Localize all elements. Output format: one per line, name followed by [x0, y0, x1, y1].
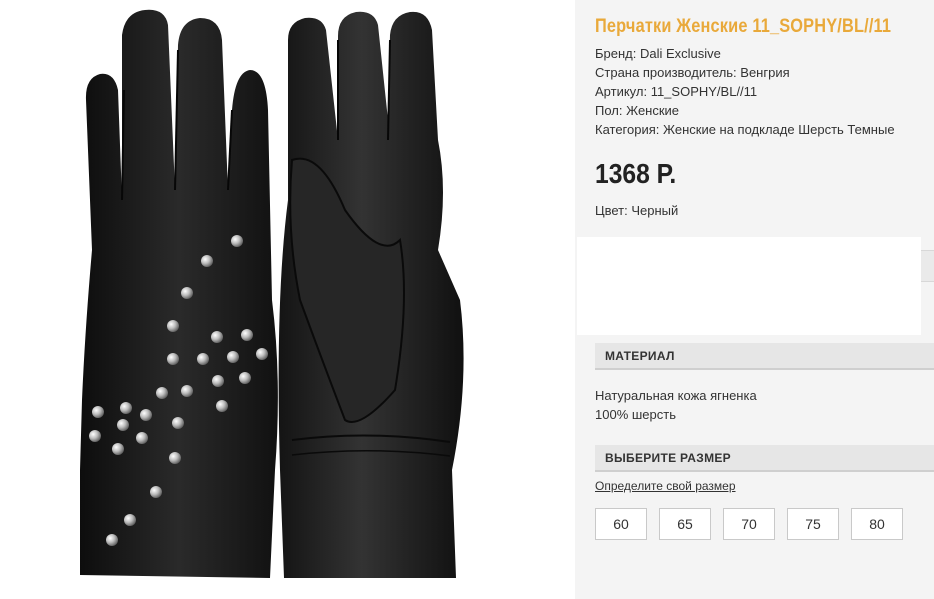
size-options: 60 65 70 75 80 [595, 508, 903, 540]
size-button-60[interactable]: 60 [595, 508, 647, 540]
color-text: Цвет: Черный [595, 203, 679, 218]
material-line-2: 100% шерсть [595, 407, 676, 422]
product-price: 1368 Р. [595, 158, 677, 189]
gender-text: Пол: Женские [595, 103, 680, 118]
side-tab[interactable] [921, 250, 934, 282]
product-title: Перчатки Женские 11_SOPHY/BL//11 [595, 16, 892, 37]
material-heading: МАТЕРИАЛ [595, 343, 934, 370]
material-description: Натуральная кожа ягненка 100% шерсть [595, 386, 757, 424]
size-button-80[interactable]: 80 [851, 508, 903, 540]
product-photo [0, 0, 575, 599]
size-heading: ВЫБЕРИТЕ РАЗМЕР [595, 445, 934, 472]
size-button-70[interactable]: 70 [723, 508, 775, 540]
brand-text: Бренд: Dali Exclusive [595, 46, 721, 61]
gloves-image [80, 9, 464, 578]
size-button-75[interactable]: 75 [787, 508, 839, 540]
material-line-1: Натуральная кожа ягненка [595, 388, 757, 403]
material-heading-label: МАТЕРИАЛ [605, 349, 675, 363]
product-info-panel: Перчатки Женские 11_SOPHY/BL//11 Бренд: … [575, 0, 934, 599]
size-guide-link[interactable]: Определите свой размер [595, 479, 736, 493]
product-meta: Бренд: Dali Exclusive Страна производите… [595, 44, 895, 139]
empty-panel [577, 237, 921, 335]
size-button-65[interactable]: 65 [659, 508, 711, 540]
country-text: Страна производитель: Венгрия [595, 65, 790, 80]
size-heading-label: ВЫБЕРИТЕ РАЗМЕР [605, 451, 731, 465]
article-text: Артикул: 11_SOPHY/BL//11 [595, 84, 758, 99]
category-text: Категория: Женские на подкладе Шерсть Те… [595, 122, 895, 137]
